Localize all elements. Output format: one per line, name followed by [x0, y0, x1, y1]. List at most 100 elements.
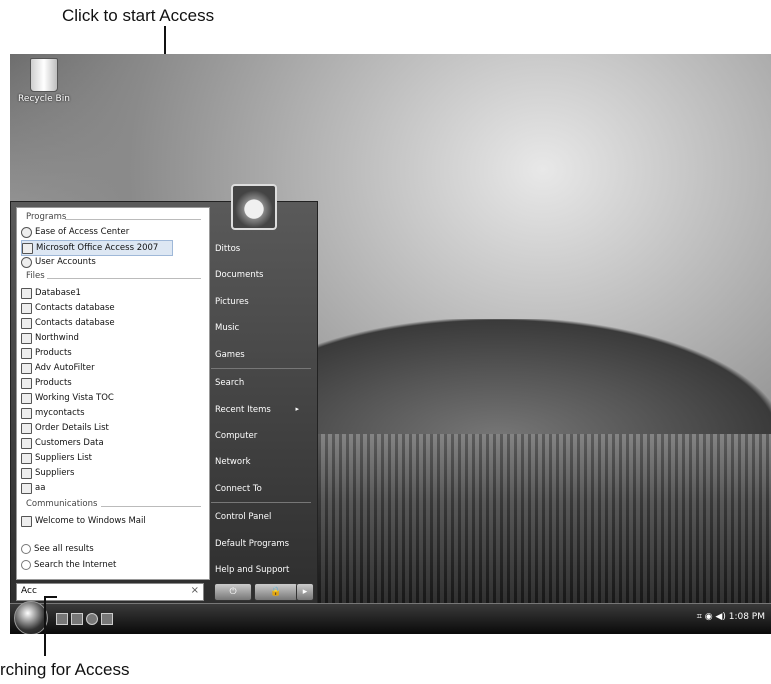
- right-item-music[interactable]: Music: [215, 323, 239, 333]
- search-icon: [21, 544, 31, 554]
- start-menu: Programs Ease of Access Center Microsoft…: [10, 184, 318, 609]
- file-label: Customers Data: [35, 438, 104, 448]
- right-item-games[interactable]: Games: [215, 350, 245, 360]
- ease-of-access-icon: [21, 226, 32, 238]
- callout-start-access: Click to start Access: [62, 6, 215, 25]
- file-label: mycontacts: [35, 408, 85, 418]
- media-player-icon[interactable]: [101, 613, 113, 625]
- arrow-right-icon: ▸: [302, 587, 308, 597]
- document-file-icon: [21, 407, 32, 419]
- file-item[interactable]: Database1: [21, 286, 81, 300]
- file-item[interactable]: Contacts database: [21, 301, 115, 315]
- document-file-icon: [21, 437, 32, 449]
- section-programs: Programs: [26, 212, 67, 222]
- right-item-pictures[interactable]: Pictures: [215, 297, 249, 307]
- switch-windows-icon[interactable]: [71, 613, 83, 625]
- file-item[interactable]: mycontacts: [21, 406, 85, 420]
- section-communications: Communications: [26, 499, 98, 509]
- show-desktop-icon[interactable]: [56, 613, 68, 625]
- desktop: Recycle Bin Programs Ease of Access Cent…: [10, 54, 771, 634]
- file-item[interactable]: Order Details List: [21, 421, 109, 435]
- program-access-2007[interactable]: Microsoft Office Access 2007: [21, 240, 173, 256]
- clock[interactable]: 1:08 PM: [729, 612, 765, 622]
- network-icon[interactable]: ⌗: [697, 612, 702, 622]
- see-all-results[interactable]: See all results: [21, 544, 94, 554]
- right-item-computer[interactable]: Computer: [215, 431, 257, 441]
- file-label: Suppliers: [35, 468, 75, 478]
- file-label: Database1: [35, 288, 81, 298]
- file-item[interactable]: Contacts database: [21, 316, 115, 330]
- right-divider: [211, 368, 311, 369]
- file-item[interactable]: Northwind: [21, 331, 79, 345]
- search-internet-label: Search the Internet: [34, 560, 117, 570]
- file-label: Northwind: [35, 333, 79, 343]
- document-file-icon: [21, 467, 32, 479]
- internet-explorer-icon[interactable]: [86, 613, 98, 625]
- document-file-icon: [21, 422, 32, 434]
- file-item[interactable]: Suppliers List: [21, 451, 92, 465]
- callout-line-bottom: [44, 596, 46, 656]
- right-item-default-programs[interactable]: Default Programs: [215, 539, 289, 549]
- communication-label: Welcome to Windows Mail: [35, 516, 146, 526]
- program-label: User Accounts: [35, 257, 96, 267]
- right-item-dittos[interactable]: Dittos: [215, 244, 240, 254]
- section-divider: [101, 506, 201, 507]
- lock-icon: 🔒: [270, 587, 282, 597]
- document-file-icon: [21, 362, 32, 374]
- file-item[interactable]: Working Vista TOC: [21, 391, 114, 405]
- callout-searching-access: rching for Access: [0, 660, 130, 679]
- right-item-help-support[interactable]: Help and Support: [215, 565, 289, 575]
- section-files: Files: [26, 271, 45, 281]
- database-file-icon: [21, 317, 32, 329]
- program-ease-of-access[interactable]: Ease of Access Center: [21, 225, 129, 239]
- section-divider: [65, 219, 201, 220]
- mail-icon: [21, 515, 32, 527]
- lock-button[interactable]: 🔒: [254, 583, 298, 601]
- right-item-documents[interactable]: Documents: [215, 270, 263, 280]
- recycle-bin-icon: [30, 58, 58, 92]
- database-file-icon: [21, 287, 32, 299]
- access-icon: [22, 242, 33, 254]
- shutdown-options-button[interactable]: ▸: [296, 583, 314, 601]
- taskbar: ⌗ ◉ ◀) 1:08 PM: [10, 601, 771, 634]
- user-accounts-icon: [21, 256, 32, 268]
- file-item[interactable]: aa: [21, 481, 45, 495]
- right-item-search[interactable]: Search: [215, 378, 244, 388]
- right-divider: [211, 502, 311, 503]
- right-item-recent-items[interactable]: Recent Items ▸: [215, 405, 307, 415]
- search-value: Acc: [21, 586, 37, 596]
- file-label: Products: [35, 348, 72, 358]
- power-button[interactable]: ⏻: [214, 583, 252, 601]
- file-item[interactable]: Adv AutoFilter: [21, 361, 95, 375]
- recent-items-label: Recent Items: [215, 405, 271, 415]
- file-item[interactable]: Products: [21, 346, 72, 360]
- submenu-arrow-icon: ▸: [295, 405, 299, 413]
- program-label: Ease of Access Center: [35, 227, 130, 237]
- start-orb-button[interactable]: [14, 601, 48, 634]
- document-file-icon: [21, 482, 32, 494]
- file-item[interactable]: Customers Data: [21, 436, 104, 450]
- document-file-icon: [21, 452, 32, 464]
- recycle-bin-label: Recycle Bin: [18, 94, 70, 104]
- communication-windows-mail[interactable]: Welcome to Windows Mail: [21, 514, 146, 528]
- volume-icon[interactable]: ◀): [715, 612, 725, 622]
- file-item[interactable]: Products: [21, 376, 72, 390]
- right-item-connect-to[interactable]: Connect To: [215, 484, 262, 494]
- program-user-accounts[interactable]: User Accounts: [21, 255, 96, 269]
- search-icon: [21, 560, 31, 570]
- file-label: Contacts database: [35, 318, 115, 328]
- right-item-network[interactable]: Network: [215, 457, 251, 467]
- file-item[interactable]: Suppliers: [21, 466, 74, 480]
- file-label: aa: [35, 483, 46, 493]
- database-file-icon: [21, 332, 32, 344]
- security-icon[interactable]: ◉: [705, 612, 713, 622]
- right-item-control-panel[interactable]: Control Panel: [215, 512, 271, 522]
- recycle-bin[interactable]: Recycle Bin: [14, 58, 74, 104]
- document-file-icon: [21, 347, 32, 359]
- clear-search-icon[interactable]: ×: [191, 585, 199, 596]
- search-internet[interactable]: Search the Internet: [21, 560, 116, 570]
- document-file-icon: [21, 377, 32, 389]
- power-icon: ⏻: [229, 587, 237, 597]
- user-picture[interactable]: [231, 184, 277, 230]
- see-all-results-label: See all results: [34, 544, 94, 554]
